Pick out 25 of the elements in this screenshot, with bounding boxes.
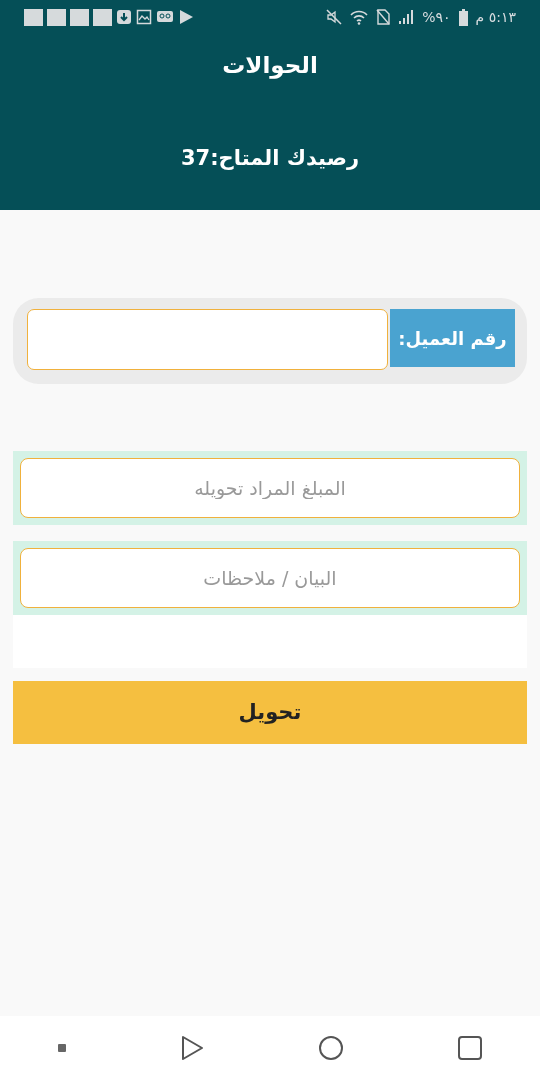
- customer-label: رقم العميل:: [390, 309, 515, 367]
- customer-number-field[interactable]: [27, 309, 388, 370]
- play-store-icon: [178, 9, 194, 25]
- clock: ٥:١٣ م: [475, 7, 516, 27]
- notification-icon: [24, 8, 43, 26]
- transfer-button[interactable]: تحويل: [13, 681, 527, 744]
- input-field[interactable]: البيان / ملاحظات: [20, 548, 520, 608]
- back-icon[interactable]: [180, 1035, 205, 1061]
- battery-percent: %٩٠: [422, 7, 451, 27]
- input-field[interactable]: المبلغ المراد تحويله: [20, 458, 520, 518]
- page-title: الحوالات: [222, 51, 318, 81]
- wifi-icon: [350, 9, 369, 25]
- balance-text: رصيدك المتاح:37: [181, 144, 359, 172]
- download-icon: [116, 9, 132, 25]
- notification-icon: [47, 8, 66, 26]
- battery-icon: [458, 8, 468, 26]
- no-sim-icon: [376, 9, 391, 25]
- image-icon: [136, 9, 152, 25]
- home-icon[interactable]: [317, 1035, 344, 1061]
- mute-icon: [326, 9, 343, 25]
- notification-icon: [70, 8, 89, 26]
- recents-icon[interactable]: [457, 1035, 484, 1061]
- voicemail-icon: [156, 9, 174, 25]
- signal-icon: [398, 9, 415, 25]
- notification-icon: [93, 8, 112, 26]
